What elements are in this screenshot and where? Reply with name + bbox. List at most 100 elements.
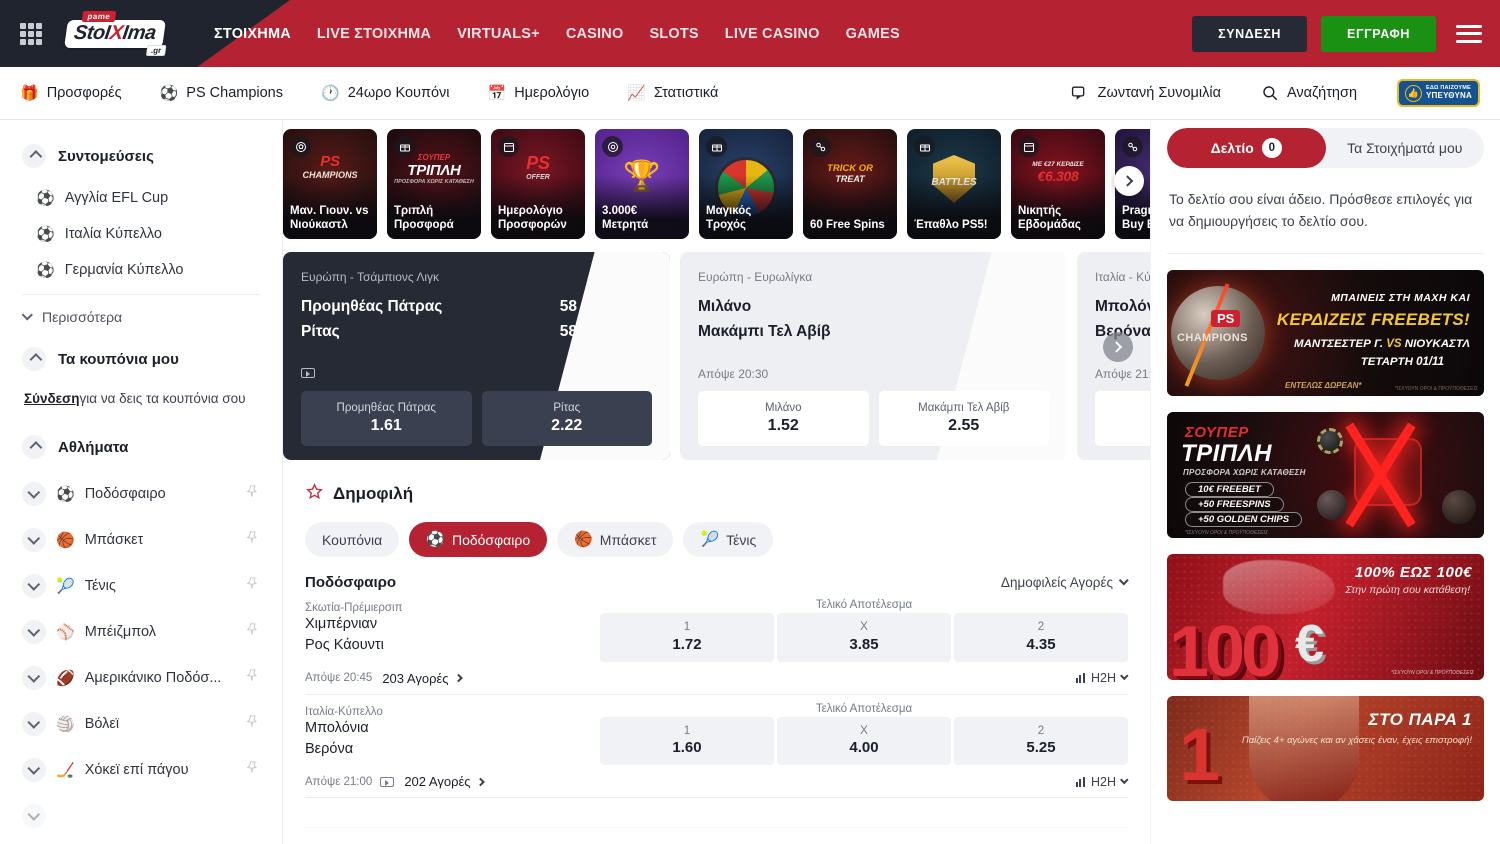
subnav-item-24h-coupon[interactable]: 🕐 24ωρο Κουπόνι (321, 85, 450, 101)
sidebar-section-coupons-header[interactable]: Τα κουπόνια μου (22, 347, 260, 371)
spins-badge-icon (1122, 136, 1143, 157)
odd-button[interactable]: Μακάμπι Τελ Αβίβ 2.55 (879, 391, 1050, 446)
sidebar-item-basketball[interactable]: 🏀 Μπάσκετ (22, 517, 260, 563)
login-button[interactable]: ΣΥΝΔΕΣΗ (1192, 16, 1307, 52)
promo-card-magic-wheel[interactable]: Μαγικός Τροχός (699, 129, 793, 239)
chevron-down-icon[interactable] (22, 620, 46, 644)
odd-button[interactable]: Ρίτας 2.22 (482, 391, 653, 446)
event-info[interactable]: Ιταλία-Κύπελλο Μπολόνια Βερόνα (305, 703, 600, 766)
odd-button-x[interactable]: X 3.85 (777, 613, 951, 662)
tab-my-bets[interactable]: Τα Στοιχήματά μου (1326, 128, 1485, 168)
hamburger-menu-icon[interactable] (1456, 25, 1482, 43)
odd-button-2[interactable]: 2 4.35 (954, 613, 1128, 662)
chevron-down-icon[interactable] (22, 666, 46, 690)
tab-coupons[interactable]: Κουπόνια (305, 522, 399, 557)
odd-button-x[interactable]: X 4.00 (777, 717, 951, 766)
nav-item-stoixima[interactable]: ΣΤΟΙΧΗΜΑ (214, 26, 291, 42)
tab-football[interactable]: ⚽ Ποδόσφαιρο (409, 522, 547, 557)
promo-card-weekly-winner[interactable]: ΜΕ €27 ΚΕΡΔΙΣΕ €6.308 Νικητής Εβδομάδας (1011, 129, 1105, 239)
nav-item-live-casino[interactable]: LIVE CASINO (725, 26, 820, 42)
sidebar-item-football[interactable]: ⚽ Ποδόσφαιρο (22, 471, 260, 517)
promo-card-ps5-prize[interactable]: BATTLES Έπαθλο PS5! (907, 129, 1001, 239)
pin-icon[interactable] (245, 576, 260, 596)
sidebar-item-tennis[interactable]: 🎾 Τένις (22, 563, 260, 609)
nav-item-casino[interactable]: CASINO (566, 26, 624, 42)
sidebar-item-baseball[interactable]: ⚾ Μπέιζμπολ (22, 609, 260, 655)
event-h2h-button[interactable]: H2H (1076, 775, 1128, 789)
event-markets-link[interactable]: 202 Αγορές (404, 774, 484, 789)
event-odds: 1 1.60 X 4.00 (600, 717, 1128, 766)
nav-item-virtuals[interactable]: VIRTUALS+ (457, 26, 540, 42)
markets-selector[interactable]: Δημοφιλείς Αγορές (1001, 575, 1128, 590)
odd-button-2[interactable]: 2 5.25 (954, 717, 1128, 766)
pin-icon[interactable] (245, 760, 260, 780)
sidebar-more-button[interactable]: Περισσότερα (22, 297, 260, 337)
pin-icon[interactable] (245, 668, 260, 688)
promo-card-3000-cash[interactable]: 🏆 3.000€ Μετρητά (595, 129, 689, 239)
featured-match-card[interactable]: Ευρώπη - Τσάμπιονς Λιγκ Προμηθέας Πάτρας… (283, 252, 670, 460)
odd-button[interactable]: Προμηθέας Πάτρας 1.61 (301, 391, 472, 446)
sidebar-item-italy-cup[interactable]: ⚽ Ιταλία Κύπελλο (22, 216, 260, 252)
subnav-item-statistics[interactable]: 📈 Στατιστικά (627, 85, 718, 101)
event-info[interactable]: Σκωτία-Πρέμιερσιπ Χιμπέρνιαν Ρος Κάουντι (305, 599, 600, 662)
chevron-down-icon[interactable] (22, 574, 46, 598)
featured-match-card[interactable]: Ευρώπη - Ευρωλίγκα Μιλάνο Μακάμπι Τελ Αβ… (680, 252, 1067, 460)
promos-next-arrow-button[interactable] (1114, 166, 1144, 196)
sidebar-item-american-football[interactable]: 🏈 Αμερικάνικο Ποδόσ... (22, 655, 260, 701)
sidebar-item-next[interactable] (22, 793, 260, 839)
banner-sto-para-1[interactable]: 1 ΣΤΟ ΠΑΡΑ 1 Παίζεις 4+ αγώνες και αν χά… (1167, 696, 1484, 801)
promo-card-60-free-spins[interactable]: TRICK OR TREAT 60 Free Spins (803, 129, 897, 239)
subnav-item-ps-champions[interactable]: ⚽ PS Champions (160, 85, 283, 101)
pin-icon[interactable] (245, 714, 260, 734)
banner-deposit-bonus[interactable]: 100 € 100% ΕΩΣ 100€ Στην πρώτη σου κατάθ… (1167, 554, 1484, 680)
event-h2h-button[interactable]: H2H (1076, 671, 1128, 685)
subnav-item-offers[interactable]: 🎁 Προσφορές (20, 85, 122, 101)
chevron-down-icon[interactable] (22, 712, 46, 736)
event-market-label: Τελικό Αποτέλεσμα (600, 703, 1128, 715)
chevron-down-icon[interactable] (22, 804, 46, 828)
soccer-ball-icon: ⚽ (36, 191, 55, 206)
subnav-item-calendar[interactable]: 📅 Ημερολόγιο (488, 85, 590, 101)
promo-card-offers-calendar[interactable]: PS OFFER Ημερολόγιο Προσφορών (491, 129, 585, 239)
sidebar-item-germany-cup[interactable]: ⚽ Γερμανία Κύπελλο (22, 252, 260, 288)
odd-button-1[interactable]: 1 1.60 (600, 717, 774, 766)
site-logo[interactable]: pame StoIXIma .gr (60, 10, 170, 58)
sidebar-section-shortcuts-header[interactable]: Συντομεύσεις (22, 144, 260, 168)
tab-basketball[interactable]: 🏀 Μπάσκετ (557, 522, 673, 557)
chevron-down-icon[interactable] (22, 528, 46, 552)
baseball-icon: ⚾ (56, 625, 75, 640)
sidebar-section-sports-header[interactable]: Αθλήματα (22, 435, 260, 459)
chevron-down-icon[interactable] (22, 758, 46, 782)
gift-badge-icon (706, 136, 727, 157)
pin-icon[interactable] (245, 530, 260, 550)
pin-icon[interactable] (245, 484, 260, 504)
promo-card-ps-champions[interactable]: PS CHAMPIONS Μαν. Γιουν. vs Νιούκαστλ (283, 129, 377, 239)
sidebar-item-volleyball[interactable]: 🏐 Βόλεϊ (22, 701, 260, 747)
sidebar-item-efl-cup[interactable]: ⚽ Αγγλία EFL Cup (22, 180, 260, 216)
nav-item-live-stoixima[interactable]: LIVE ΣΤΟΙΧΗΜΑ (317, 26, 431, 42)
odd-key: X (781, 723, 947, 740)
soccer-ball-icon: ⚽ (160, 86, 179, 101)
odd-button[interactable]: 1 1.60 (1095, 391, 1150, 446)
promo-card-triple-offer[interactable]: ΣΟΥΠΕΡ ΤΡΙΠΛΗ ΠΡΟΣΦΟΡΑ ΧΩΡΙΣ ΚΑΤΑΘΕΣΗ Τρ… (387, 129, 481, 239)
sidebar-item-ice-hockey[interactable]: 🏒 Χόκεϊ επί πάγου (22, 747, 260, 793)
nav-item-games[interactable]: GAMES (846, 26, 900, 42)
responsible-gaming-badge[interactable]: 👍 ΕΔΩ ΠΑΙΖΟΥΜΕ ΥΠΕΥΘΥΝΑ (1397, 79, 1480, 107)
banner-super-tripli[interactable]: ΣΟΥΠΕΡ ΤΡΙΠΛΗ ΠΡΟΣΦΟΡΑ ΧΩΡΙΣ ΚΑΤΑΘΕΣΗ 10… (1167, 412, 1484, 538)
odd-button[interactable]: Μιλάνο 1.52 (698, 391, 869, 446)
match-home-row: Προμηθέας Πάτρας 58 (301, 295, 652, 320)
sidebar-login-link[interactable]: Σύνδεση (24, 391, 80, 406)
subnav-item-search[interactable]: Αναζήτηση (1261, 84, 1357, 102)
tab-betslip[interactable]: Δελτίο 0 (1167, 128, 1326, 168)
subnav-item-live-chat[interactable]: Ζωντανή Συνομιλία (1071, 84, 1221, 103)
odd-button-1[interactable]: 1 1.72 (600, 613, 774, 662)
pin-icon[interactable] (245, 622, 260, 642)
nav-item-slots[interactable]: SLOTS (649, 26, 698, 42)
apps-grid-icon[interactable] (20, 23, 42, 45)
chevron-down-icon[interactable] (22, 482, 46, 506)
event-markets-link[interactable]: 203 Αγορές (382, 671, 462, 686)
matches-next-arrow-button[interactable] (1103, 332, 1133, 362)
register-button[interactable]: ΕΓΓΡΑΦΗ (1321, 16, 1436, 52)
tab-tennis[interactable]: 🎾 Τένις (683, 522, 773, 557)
banner-ps-champions[interactable]: PS CHAMPIONS ΜΠΑΙΝΕΙΣ ΣΤΗ ΜΑΧΗ ΚΑΙ ΚΕΡΔΙ… (1167, 270, 1484, 396)
